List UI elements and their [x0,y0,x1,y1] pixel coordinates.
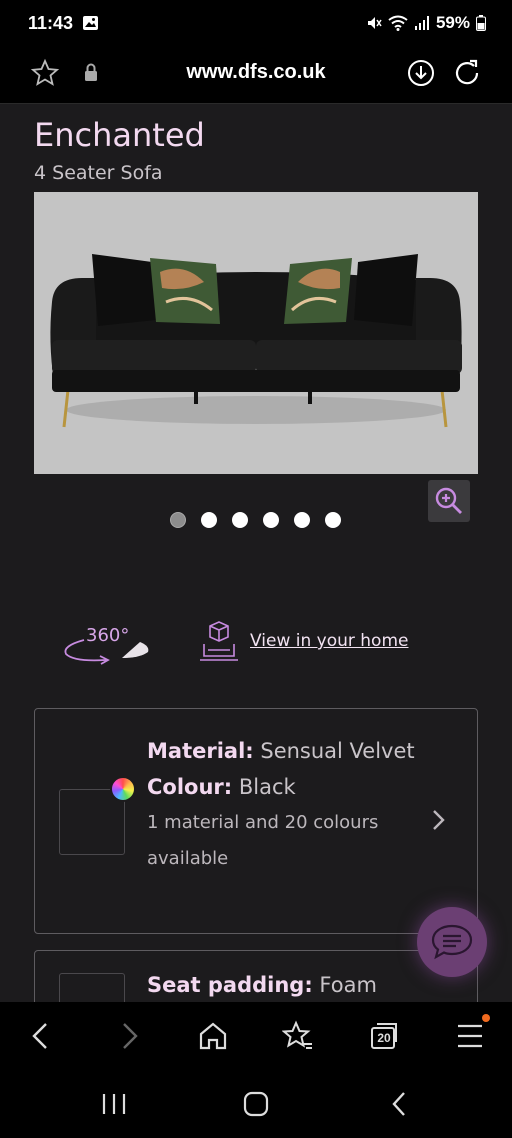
ar-box-icon[interactable] [198,620,240,662]
colour-value: Black [238,775,296,799]
browser-bottom-bar: 20 [0,1002,512,1070]
zoom-in-icon [435,487,462,514]
product-subtitle: 4 Seater Sofa [34,162,163,184]
status-time: 11:43 [28,13,74,33]
status-bar: 11:43 59% [0,0,512,46]
three60-label[interactable]: 360° [86,625,129,646]
download-icon[interactable] [406,58,436,88]
gallery-dot[interactable] [232,512,248,528]
product-image[interactable] [34,192,478,474]
status-icons: 59% [366,13,486,33]
notification-dot [482,1014,490,1022]
signal-icon [414,16,429,30]
refresh-icon[interactable] [452,58,482,88]
menu-icon[interactable] [454,1020,486,1052]
gallery-dot[interactable] [325,512,341,528]
seat-padding-value: Foam [319,973,377,997]
padding-swatch [59,973,125,1002]
home-button-icon[interactable] [242,1090,270,1118]
recent-apps-icon[interactable] [100,1090,128,1118]
mute-icon [367,17,382,29]
battery-icon [476,15,486,31]
gallery-notification-icon [83,16,98,30]
material-label: Material: [147,739,254,763]
wifi-icon [388,15,408,31]
material-value: Sensual Velvet [260,739,415,763]
chevron-right-icon[interactable] [431,807,447,833]
gallery-dot[interactable] [170,512,186,528]
gallery-dot[interactable] [201,512,217,528]
bookmarks-icon[interactable] [282,1020,314,1052]
browser-toolbar: www.dfs.co.uk [0,46,512,104]
battery-percent: 59% [435,13,470,32]
home-icon[interactable] [197,1020,229,1052]
tabs-count: 20 [377,1031,391,1045]
material-colour-details: Material: Sensual Velvet Colour: Black 1… [147,733,417,877]
back-arrow-icon[interactable] [26,1020,58,1052]
gallery-pagination [170,512,341,528]
page-content: Enchanted 4 Seater Sofa 360° View in you… [0,104,512,1002]
availability-text: 1 material and 20 colours available [147,812,379,869]
colour-wheel-icon [110,776,136,802]
tabs-button[interactable]: 20 [368,1020,400,1052]
sofa-illustration [50,254,462,428]
seat-padding-selector[interactable]: Seat padding: Foam [34,950,478,1002]
product-title: Enchanted [34,116,205,154]
forward-arrow-icon[interactable] [112,1020,144,1052]
system-back-icon[interactable] [386,1090,414,1118]
zoom-button[interactable] [428,480,470,522]
chat-icon [431,924,473,960]
chat-button[interactable] [417,907,487,977]
material-colour-selector[interactable]: Material: Sensual Velvet Colour: Black 1… [34,708,478,934]
gallery-dot[interactable] [294,512,310,528]
system-navigation-bar [0,1070,512,1138]
view-in-home-link[interactable]: View in your home [250,631,408,651]
seat-padding-details: Seat padding: Foam [147,973,377,997]
seat-padding-label: Seat padding: [147,973,313,997]
colour-label: Colour: [147,775,233,799]
gallery-dot[interactable] [263,512,279,528]
